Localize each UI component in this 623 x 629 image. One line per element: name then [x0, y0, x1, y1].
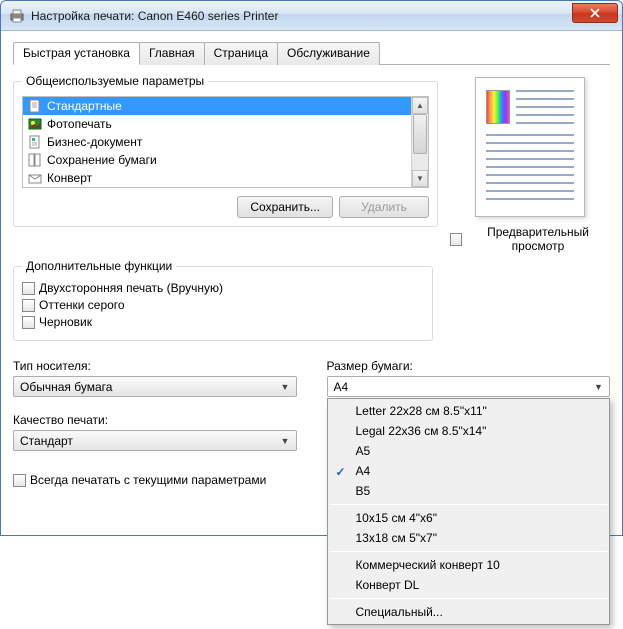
duplex-checkbox-row[interactable]: Двухсторонняя печать (Вручную) [22, 281, 424, 295]
scrollbar[interactable]: ▲ ▼ [411, 97, 428, 187]
scroll-up-icon[interactable]: ▲ [412, 97, 428, 114]
delete-preset-button[interactable]: Удалить [339, 196, 429, 218]
list-item-label: Конверт [47, 171, 92, 185]
dropdown-separator [330, 598, 608, 599]
dropdown-separator [330, 504, 608, 505]
dropdown-item-label: 10x15 см 4"x6" [356, 511, 437, 525]
media-type-value: Обычная бумага [20, 380, 277, 394]
grayscale-label: Оттенки серого [39, 298, 125, 312]
dropdown-item[interactable]: 13x18 см 5"x7" [328, 528, 610, 548]
grayscale-checkbox-row[interactable]: Оттенки серого [22, 298, 424, 312]
dropdown-item[interactable]: B5 [328, 481, 610, 501]
close-button[interactable] [572, 3, 618, 23]
dropdown-item-label: Legal 22x36 см 8.5"x14" [356, 424, 487, 438]
checkbox-icon[interactable] [13, 474, 26, 487]
dropdown-item[interactable]: A5 [328, 441, 610, 461]
dropdown-item-label: Коммерческий конверт 10 [356, 558, 500, 572]
dropdown-item-label: A4 [356, 464, 371, 478]
printer-icon [9, 8, 25, 24]
dropdown-item[interactable]: 10x15 см 4"x6" [328, 508, 610, 528]
paper-size-combobox[interactable]: A4 ▼ Letter 22x28 см 8.5"x11"Legal 22x36… [327, 376, 611, 397]
list-item[interactable]: Бизнес-документ [23, 133, 411, 151]
paper-size-value: A4 [334, 380, 591, 394]
checkbox-icon[interactable] [22, 299, 35, 312]
check-icon: ✓ [336, 465, 346, 479]
chevron-down-icon: ▼ [590, 382, 607, 392]
media-type-combobox[interactable]: Обычная бумага ▼ [13, 376, 297, 397]
biz-doc-icon [27, 134, 43, 150]
paper-size-label: Размер бумаги: [327, 359, 611, 373]
dropdown-item[interactable]: Letter 22x28 см 8.5"x11" [328, 401, 610, 421]
list-item-label: Бизнес-документ [47, 135, 142, 149]
list-item-label: Сохранение бумаги [47, 153, 157, 167]
chevron-down-icon: ▼ [277, 382, 294, 392]
quality-value: Стандарт [20, 434, 277, 448]
presets-group: Общеиспользуемые параметры Стандартные Ф… [13, 81, 438, 227]
scroll-thumb[interactable] [413, 114, 427, 154]
features-group: Дополнительные функции Двухсторонняя печ… [13, 266, 433, 341]
presets-group-title: Общеиспользуемые параметры [22, 74, 208, 88]
dropdown-item-label: Специальный... [356, 605, 443, 619]
scroll-down-icon[interactable]: ▼ [412, 170, 428, 187]
dropdown-item-label: 13x18 см 5"x7" [356, 531, 437, 545]
preview-checkbox-label: Предварительный просмотр [466, 225, 610, 253]
photo-icon [27, 116, 43, 132]
draft-checkbox-row[interactable]: Черновик [22, 315, 424, 329]
always-print-label: Всегда печатать с текущими параметрами [30, 473, 266, 487]
tab-service[interactable]: Обслуживание [277, 42, 380, 65]
titlebar: Настройка печати: Canon E460 series Prin… [1, 1, 622, 31]
quality-label: Качество печати: [13, 413, 297, 427]
quality-combobox[interactable]: Стандарт ▼ [13, 430, 297, 451]
envelope-icon [27, 170, 43, 186]
dropdown-item-label: Letter 22x28 см 8.5"x11" [356, 404, 487, 418]
list-item[interactable]: Стандартные [23, 97, 411, 115]
dropdown-item-label: A5 [356, 444, 371, 458]
media-type-label: Тип носителя: [13, 359, 297, 373]
dropdown-separator [330, 551, 608, 552]
list-item[interactable]: Конверт [23, 169, 411, 187]
color-swatch-icon [486, 90, 510, 124]
window-title: Настройка печати: Canon E460 series Prin… [31, 9, 572, 23]
doc-icon [27, 98, 43, 114]
dropdown-item-label: Конверт DL [356, 578, 420, 592]
dropdown-item[interactable]: Специальный... [328, 602, 610, 622]
list-item-label: Фотопечать [47, 117, 112, 131]
dropdown-item[interactable]: Конверт DL [328, 575, 610, 595]
checkbox-icon[interactable] [22, 282, 35, 295]
tab-bar: Быстрая установка Главная Страница Обслу… [13, 41, 610, 65]
list-item[interactable]: Сохранение бумаги [23, 151, 411, 169]
list-item-label: Стандартные [47, 99, 122, 113]
checkbox-icon[interactable] [22, 316, 35, 329]
preview-checkbox-row[interactable]: Предварительный просмотр [450, 225, 610, 253]
tab-page[interactable]: Страница [204, 42, 278, 65]
page-preview [475, 77, 585, 217]
draft-label: Черновик [39, 315, 92, 329]
paper-size-dropdown: Letter 22x28 см 8.5"x11" Legal 22x36 см 8… [327, 398, 611, 625]
presets-listbox[interactable]: Стандартные Фотопечать Бизнес-документ [22, 96, 429, 188]
dropdown-item[interactable]: Коммерческий конверт 10 [328, 555, 610, 575]
list-item[interactable]: Фотопечать [23, 115, 411, 133]
tab-quick-setup[interactable]: Быстрая установка [13, 42, 140, 65]
save-preset-button[interactable]: Сохранить... [237, 196, 333, 218]
always-print-row[interactable]: Всегда печатать с текущими параметрами [13, 473, 266, 487]
features-group-title: Дополнительные функции [22, 259, 176, 273]
duplex-label: Двухсторонняя печать (Вручную) [39, 281, 223, 295]
dropdown-item[interactable]: ✓ A4 [328, 461, 610, 481]
checkbox-icon[interactable] [450, 233, 462, 246]
tab-main[interactable]: Главная [139, 42, 205, 65]
dropdown-item[interactable]: Legal 22x36 см 8.5"x14" [328, 421, 610, 441]
dropdown-item-label: B5 [356, 484, 371, 498]
chevron-down-icon: ▼ [277, 436, 294, 446]
paper-save-icon [27, 152, 43, 168]
